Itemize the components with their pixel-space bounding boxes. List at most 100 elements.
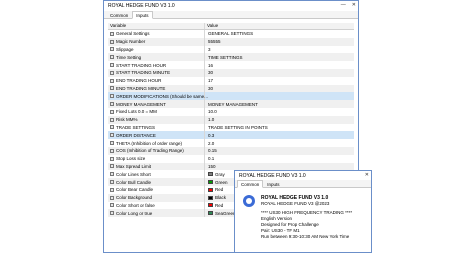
tab-inputs[interactable]: Inputs: [263, 180, 283, 187]
column-header-variable[interactable]: Variable: [108, 23, 205, 29]
value-cell[interactable]: GENERAL SETTINGS: [205, 30, 354, 38]
close-icon[interactable]: ✕: [365, 172, 369, 178]
close-icon[interactable]: ✕: [352, 2, 356, 8]
value-cell[interactable]: 30: [205, 85, 354, 93]
table-row[interactable]: THETA (Inhibition of order range) 2.0: [108, 139, 354, 147]
parameter-icon: [110, 63, 114, 68]
table-row[interactable]: COS (Inhibition of Trading Range) 0.15: [108, 146, 354, 155]
color-swatch[interactable]: [208, 195, 213, 200]
value-cell[interactable]: 30: [205, 69, 354, 77]
table-row[interactable]: ORDER DISTANCE 0.3: [108, 131, 354, 140]
value-cell[interactable]: 10.0: [205, 108, 354, 116]
value-cell[interactable]: 0.3: [205, 131, 354, 139]
variable-value: Red: [215, 202, 224, 208]
variable-value: 17: [208, 78, 214, 84]
variable-name: START TRADING HOUR: [116, 62, 167, 68]
variable-cell: ORDER DISTANCE: [108, 131, 205, 140]
variable-name: ORDER DISTANCE: [116, 132, 156, 138]
parameter-icon: [110, 187, 114, 192]
table-row[interactable]: START TRADING HOUR 16: [108, 61, 354, 69]
variable-cell: Color Background: [108, 193, 205, 202]
value-cell[interactable]: 16: [205, 61, 354, 69]
variable-cell: General Settings: [108, 30, 205, 38]
parameter-icon: [110, 47, 114, 52]
value-cell[interactable]: TRADE SETTING IN POINTS: [205, 124, 354, 132]
value-cell[interactable]: 17: [205, 77, 354, 85]
variable-value: 30: [208, 70, 214, 76]
variable-cell: Color Short or false: [108, 201, 205, 210]
description-line: Run between 9:30-10:30 AM New York Time: [261, 234, 350, 239]
table-row[interactable]: Time Setting TIME SETTINGS: [108, 53, 354, 62]
variable-name: Risk MM%: [116, 117, 138, 123]
variable-value: MONEY MANAGEMENT: [208, 101, 258, 107]
column-header-value[interactable]: Value: [205, 23, 354, 29]
title-bar[interactable]: ROYAL HEDGE FUND V3 1.0 ✕: [235, 171, 371, 180]
value-cell[interactable]: 1.0: [205, 116, 354, 124]
color-swatch[interactable]: [208, 203, 213, 208]
minimize-icon[interactable]: —: [341, 2, 346, 8]
parameter-icon: [110, 211, 114, 216]
table-row[interactable]: START TRADING MINUTE 30: [108, 68, 354, 77]
table-row[interactable]: MONEY MANAGEMENT MONEY MANAGEMENT: [108, 100, 354, 108]
variable-cell: START TRADING MINUTE: [108, 68, 205, 77]
variable-value: Red: [215, 187, 224, 193]
parameter-icon: [110, 203, 114, 208]
table-row[interactable]: Magic Number 55555: [108, 37, 354, 46]
value-cell[interactable]: TIME SETTINGS: [205, 53, 354, 61]
table-row[interactable]: Fixed Lots 0.0 = MM 10.0: [108, 107, 354, 116]
table-row[interactable]: END TRADING MINUTE 30: [108, 84, 354, 93]
variable-cell: Color Bear Candle: [108, 185, 205, 194]
grid-header: Variable Value: [108, 23, 354, 30]
variable-cell: END TRADING MINUTE: [108, 84, 205, 93]
table-row[interactable]: TRADE SETTINGS TRADE SETTING IN POINTS: [108, 123, 354, 132]
table-row[interactable]: Slippage 3: [108, 45, 354, 54]
variable-cell: START TRADING HOUR: [108, 61, 205, 69]
parameter-icon: [110, 195, 114, 200]
table-row[interactable]: Risk MM% 1.0: [108, 115, 354, 124]
table-row[interactable]: Stop Loss size 0.1: [108, 154, 354, 163]
variable-value: 3: [208, 46, 211, 52]
color-swatch[interactable]: [208, 172, 213, 177]
variable-value: 1.0: [208, 117, 215, 123]
variable-value: 30: [208, 85, 214, 91]
window-title: ROYAL HEDGE FUND V3 1.0: [108, 3, 175, 9]
variable-cell: Risk MM%: [108, 115, 205, 124]
tab-inputs[interactable]: Inputs: [132, 11, 153, 19]
variable-cell: Color Lines Short: [108, 170, 205, 179]
variable-value: 10.0: [208, 109, 217, 115]
value-cell[interactable]: 0.1: [205, 155, 354, 163]
tab-common[interactable]: Common: [106, 11, 132, 18]
variable-cell: TRADE SETTINGS: [108, 123, 205, 132]
about-dialog: ROYAL HEDGE FUND V3 1.0 ✕ Common Inputs …: [234, 170, 372, 253]
variable-cell: THETA (Inhibition of order range): [108, 139, 205, 147]
value-cell[interactable]: 2.0: [205, 139, 354, 147]
table-row[interactable]: ORDER MODIFICATIONS (Should be same...: [108, 92, 354, 101]
tab-common[interactable]: Common: [237, 180, 264, 188]
variable-name: Slippage: [116, 46, 134, 52]
parameter-icon: [110, 133, 114, 138]
value-cell[interactable]: 3: [205, 46, 354, 54]
variable-name: Color Long or true: [116, 210, 153, 216]
color-swatch[interactable]: [208, 187, 213, 192]
variable-name: END TRADING HOUR: [116, 78, 162, 84]
variable-value: 2.0: [208, 140, 215, 146]
variable-name: Color Background: [116, 195, 153, 201]
variable-cell: Max Spread Limit: [108, 162, 205, 171]
parameter-icon: [110, 70, 114, 75]
title-bar[interactable]: ROYAL HEDGE FUND V3 1.0 — ✕: [104, 1, 358, 11]
variable-name: END TRADING MINUTE: [116, 85, 166, 91]
parameter-icon: [110, 172, 114, 177]
variable-name: COS (Inhibition of Trading Range): [116, 148, 184, 154]
table-row[interactable]: END TRADING HOUR 17: [108, 76, 354, 85]
table-row[interactable]: General Settings GENERAL SETTINGS: [108, 30, 354, 38]
value-cell[interactable]: 0.15: [205, 147, 354, 155]
color-swatch[interactable]: [208, 211, 213, 216]
value-cell[interactable]: MONEY MANAGEMENT: [205, 100, 354, 108]
color-swatch[interactable]: [208, 180, 213, 185]
value-cell[interactable]: 55555: [205, 38, 354, 46]
variable-value: Gray: [215, 171, 225, 177]
variable-name: Magic Number: [116, 39, 146, 45]
variable-value: GENERAL SETTINGS: [208, 31, 254, 37]
value-cell[interactable]: [205, 92, 354, 100]
parameter-icon: [110, 164, 114, 169]
